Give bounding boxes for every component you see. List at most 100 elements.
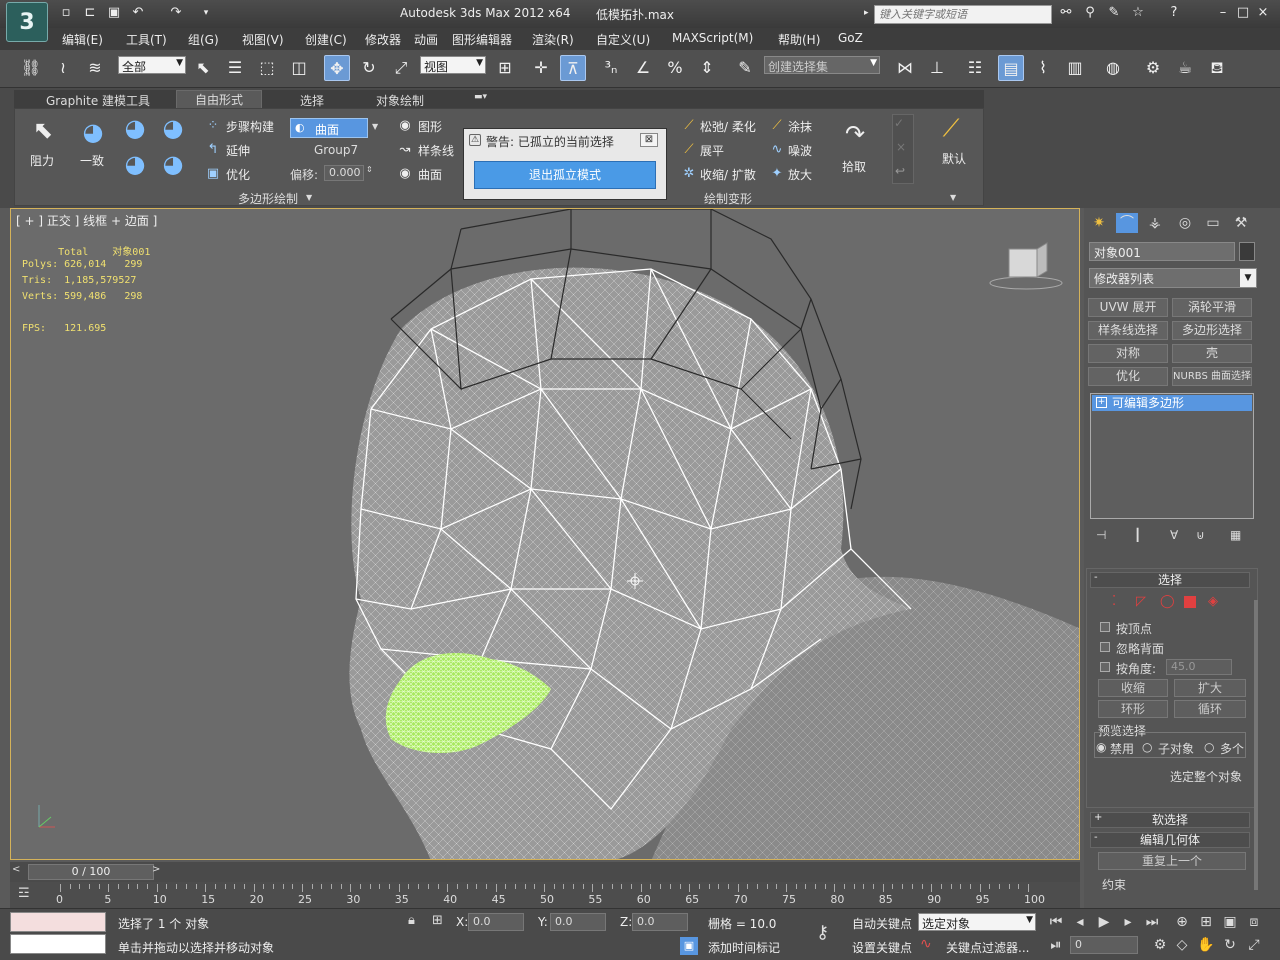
conform-move-icon[interactable]: ◕	[118, 112, 152, 144]
select-and-rotate-icon[interactable]: ↻	[356, 55, 382, 81]
edit-geometry-rollout[interactable]: 编辑几何体	[1090, 832, 1250, 848]
favorites-star-icon[interactable]: ☆	[1130, 6, 1146, 20]
x-icon[interactable]: ×	[896, 140, 906, 154]
shrink-expand-button[interactable]: 收缩/ 扩散	[700, 166, 756, 183]
time-slider[interactable]	[10, 862, 1080, 882]
viewport[interactable]	[10, 208, 1080, 860]
preview-multi-radio[interactable]: ○	[1204, 740, 1214, 754]
goto-start-icon[interactable]: ⏮	[1046, 913, 1066, 931]
render-production-icon[interactable]: ⛾	[1204, 55, 1230, 81]
reference-coordinate-dropdown[interactable]: 视图 ▼	[420, 56, 486, 74]
offset-spinner-icon[interactable]: ⇕	[366, 165, 373, 174]
noise-button[interactable]: 噪波	[788, 142, 812, 159]
conform-button[interactable]: 一致	[80, 152, 104, 169]
play-icon[interactable]: ▶	[1094, 913, 1114, 931]
select-and-move-icon[interactable]: ✥	[324, 55, 350, 81]
next-frame-icon[interactable]: ▸	[1118, 913, 1138, 931]
conform-scale-icon[interactable]: ◕	[118, 148, 152, 180]
zoom-all-icon[interactable]: ⊞	[1196, 913, 1216, 931]
y-coordinate-input[interactable]: 0.0	[550, 913, 606, 931]
check-icon[interactable]: ✓	[894, 116, 904, 130]
close-button[interactable]: ×	[1254, 4, 1272, 22]
command-panel-scrollbar[interactable]	[1254, 600, 1258, 890]
remove-modifier-icon[interactable]: ⊍	[1196, 528, 1205, 542]
smudge-button[interactable]: 涂抹	[788, 118, 812, 135]
align-icon[interactable]: ⊥	[924, 55, 950, 81]
select-and-scale-icon[interactable]: ⤢	[388, 55, 414, 81]
keyboard-shortcut-override-icon[interactable]: ⊼	[560, 55, 586, 81]
undo-paint-icon[interactable]: ↩	[895, 164, 905, 178]
default-brush-button[interactable]: 默认	[942, 150, 966, 167]
display-tab-icon[interactable]: ▭	[1202, 213, 1224, 233]
conform-rotate-icon[interactable]: ◕	[156, 112, 190, 144]
stack-item-editable-poly[interactable]: 可编辑多边形	[1092, 395, 1252, 411]
soft-selection-rollout[interactable]: 软选择	[1090, 812, 1250, 828]
modify-tab-icon[interactable]: ⌒	[1116, 213, 1138, 233]
key-mode-icon[interactable]: ⏯	[1046, 936, 1066, 954]
tab-graphite-modeling[interactable]: Graphite 建模工具	[46, 92, 150, 109]
new-file-icon[interactable]: ▫	[58, 6, 74, 20]
field-of-view-icon[interactable]: ◇	[1172, 936, 1192, 954]
conform-relax-icon[interactable]: ◕	[156, 148, 190, 180]
configure-modifier-sets-icon[interactable]: ▦	[1230, 528, 1241, 542]
repeat-last-button[interactable]: 重复上一个	[1098, 852, 1246, 870]
polydraw-group-label[interactable]: 多边形绘制	[238, 190, 298, 207]
preview-disabled-radio[interactable]: ◉	[1096, 740, 1106, 754]
time-next-arrow-icon[interactable]: >	[152, 864, 160, 875]
warning-close-icon[interactable]: ⊠	[640, 133, 658, 147]
time-tag-icon[interactable]: ▣	[680, 937, 698, 955]
menu-create[interactable]: 创建(C)	[305, 31, 347, 48]
menu-group[interactable]: 组(G)	[188, 31, 219, 48]
key-filters-button[interactable]: 关键点过滤器...	[946, 939, 1029, 956]
minimize-button[interactable]: –	[1214, 4, 1232, 22]
optimize-modifier-button[interactable]: 优化	[1088, 367, 1168, 386]
drag-button[interactable]: 阻力	[30, 152, 54, 169]
zoom-icon[interactable]: ⊕	[1172, 913, 1192, 931]
menu-customize[interactable]: 自定义(U)	[596, 31, 650, 48]
spline-select-button[interactable]: 样条线选择	[1088, 321, 1168, 340]
app-logo-icon[interactable]: 3	[6, 2, 48, 42]
save-icon[interactable]: ▣	[106, 6, 122, 20]
menu-goz[interactable]: GoZ	[838, 31, 863, 45]
flatten-button[interactable]: 展平	[700, 142, 724, 159]
hierarchy-tab-icon[interactable]: ⚶	[1144, 213, 1166, 233]
lock-selection-icon[interactable]: 🔒︎	[408, 913, 415, 928]
absolute-mode-icon[interactable]: ⊞	[432, 913, 443, 928]
angle-snap-icon[interactable]: ∠	[630, 55, 656, 81]
percent-snap-icon[interactable]: %	[662, 55, 688, 81]
polydraw-group-arrow-icon[interactable]: ▼	[306, 193, 312, 202]
optimize-button[interactable]: 优化	[226, 166, 250, 183]
rendered-frame-icon[interactable]: ☕	[1172, 55, 1198, 81]
by-angle-checkbox[interactable]	[1100, 662, 1110, 672]
orbit-icon[interactable]: ↻	[1220, 936, 1240, 954]
drag-icon[interactable]: ⬉	[26, 114, 60, 146]
zoom-extents-icon[interactable]: ▣	[1220, 913, 1240, 931]
shape-button[interactable]: 图形	[418, 118, 442, 135]
ignore-backfacing-checkbox[interactable]	[1100, 642, 1110, 652]
maximize-button[interactable]: □	[1234, 4, 1252, 22]
shrink-selection-button[interactable]: 收缩	[1098, 679, 1168, 697]
conform-brush-icon[interactable]: ◕	[76, 116, 110, 148]
selection-filter-dropdown[interactable]: 全部 ▼	[118, 56, 186, 74]
element-mode-icon[interactable]: ◈	[1208, 594, 1218, 609]
preview-subobject-radio[interactable]: ○	[1142, 740, 1152, 754]
modifier-list-dropdown[interactable]: 修改器列表 ▼	[1089, 268, 1257, 288]
show-end-result-icon[interactable]: ┃	[1134, 528, 1141, 542]
layer-manager-icon[interactable]: ☷	[962, 55, 988, 81]
undo-icon[interactable]: ↶	[130, 6, 146, 20]
unlink-icon[interactable]: ≀	[50, 55, 76, 81]
menu-rendering[interactable]: 渲染(R)	[532, 31, 574, 48]
exit-isolation-button[interactable]: 退出孤立模式	[474, 161, 656, 189]
tab-object-paint[interactable]: 对象绘制	[376, 92, 424, 109]
vertex-mode-icon[interactable]: ⁚	[1112, 594, 1116, 609]
make-unique-icon[interactable]: ∀	[1170, 528, 1178, 542]
mini-curve-editor-icon[interactable]: ☲	[18, 886, 30, 901]
step-build-button[interactable]: 步骤构建	[226, 118, 274, 135]
material-editor-icon[interactable]: ◍	[1100, 55, 1126, 81]
menu-graph-editors[interactable]: 图形编辑器	[452, 31, 512, 48]
edit-geometry-minus-icon[interactable]: -	[1094, 832, 1098, 843]
ribbon-options-icon[interactable]: ▬▾	[474, 92, 487, 102]
surface-dropdown-arrow-icon[interactable]: ▼	[372, 122, 378, 131]
pin-stack-icon[interactable]: ⊣	[1096, 528, 1106, 542]
create-tab-icon[interactable]: ✷	[1088, 213, 1110, 233]
